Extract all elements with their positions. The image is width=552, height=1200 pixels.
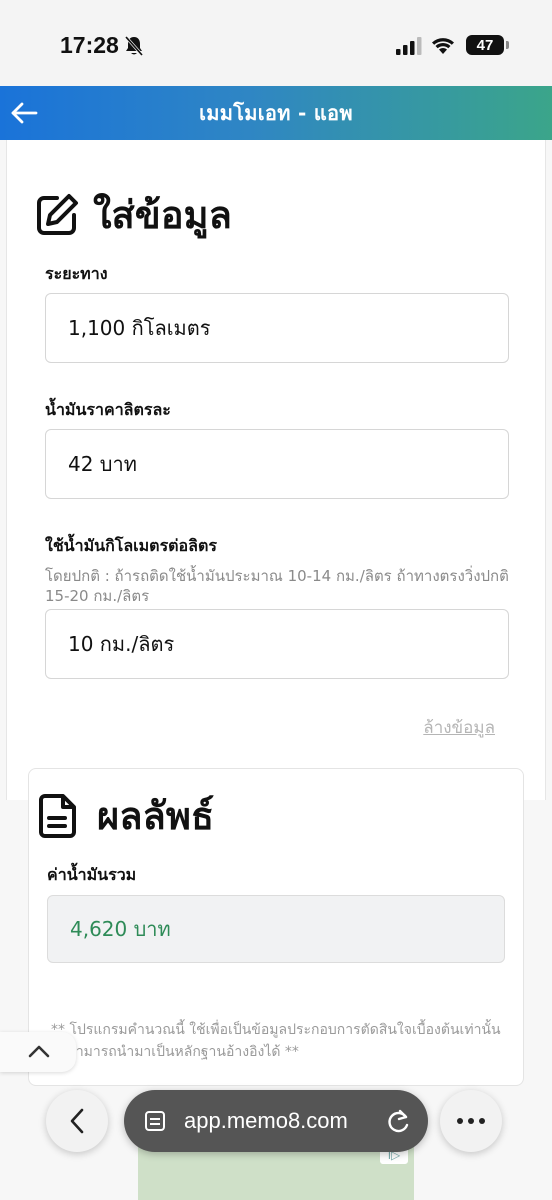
chevron-up-icon [28,1045,50,1058]
app-header: เมมโมเอท - แอพ [0,86,552,140]
collapse-toolbar-button[interactable] [0,1032,76,1072]
back-arrow-icon[interactable] [10,101,38,125]
disclaimer-text: ** โปรแกรมคำนวณนี้ ใช้เพื่อเป็นข้อมูลประ… [51,1022,501,1060]
distance-label: ระยะทาง [45,264,108,283]
browser-back-button[interactable] [46,1090,108,1152]
result-card: ผลลัพธ์ ค่าน้ำมันรวม 4,620 บาท ** โปรแกร… [28,768,524,1086]
input-heading-text: ใส่ข้อมูล [93,193,232,237]
distance-input[interactable]: 1,100 กิโลเมตร [45,293,509,363]
page-content: ใส่ข้อมูล ระยะทาง 1,100 กิโลเมตร น้ำมันร… [0,140,552,1200]
status-time: 17:28 [60,32,119,58]
clear-data-link[interactable]: ล้างข้อมูล [423,714,495,741]
tabs-icon [145,1111,165,1131]
chevron-left-icon [70,1108,84,1134]
total-cost-value: 4,620 บาท [47,895,505,963]
consumption-label: ใช้น้ำมันกิโลเมตรต่อลิตร [45,536,217,555]
input-form-card: ใส่ข้อมูล ระยะทาง 1,100 กิโลเมตร น้ำมันร… [6,140,546,800]
document-icon [39,793,76,838]
status-bar: 17:28 47 [0,0,552,86]
reload-icon[interactable] [386,1107,412,1135]
consumption-input[interactable]: 10 กม./ลิตร [45,609,509,679]
battery-tip [506,41,509,49]
address-bar[interactable]: app.memo8.com [124,1090,428,1152]
result-heading-text: ผลลัพธ์ [97,794,215,838]
wifi-icon [432,38,454,54]
more-dots-icon [457,1118,485,1124]
url-text: app.memo8.com [184,1108,348,1133]
browser-more-button[interactable] [440,1090,502,1152]
result-heading: ผลลัพธ์ [39,785,214,846]
cellular-signal-icon [396,37,422,55]
app-title: เมมโมเอท - แอพ [199,101,353,125]
total-cost-label: ค่าน้ำมันรวม [47,865,137,884]
bell-off-icon [124,36,144,56]
consumption-hint: โดยปกติ : ถ้ารถติดใช้น้ำมันประมาณ 10-14 … [45,567,509,605]
input-heading: ใส่ข้อมูล [35,184,232,245]
battery-indicator: 47 [466,35,504,55]
fuel-price-label: น้ำมันราคาลิตรละ [45,400,171,419]
edit-icon [37,193,78,235]
fuel-price-input[interactable]: 42 บาท [45,429,509,499]
